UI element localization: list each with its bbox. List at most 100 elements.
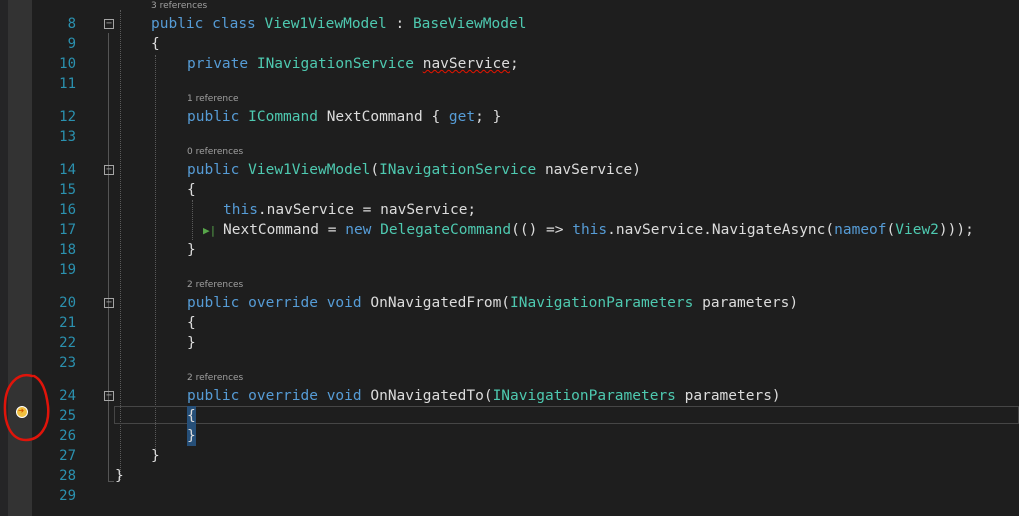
type-name: INavigationParameters bbox=[510, 295, 694, 311]
line-number: 29 bbox=[59, 488, 76, 504]
keyword: void bbox=[326, 388, 362, 404]
method-name: OnNavigatedTo( bbox=[370, 388, 493, 404]
code-line[interactable]: 15 { bbox=[0, 180, 1019, 200]
line-number: 18 bbox=[59, 242, 76, 258]
collapse-box-icon[interactable]: − bbox=[104, 298, 114, 308]
codelens-references[interactable]: 2 references bbox=[187, 280, 243, 290]
keyword: override bbox=[248, 295, 318, 311]
type-name: DelegateCommand bbox=[380, 222, 512, 238]
code-line[interactable]: 9 { bbox=[0, 34, 1019, 54]
parameter-text: navService) bbox=[536, 162, 641, 178]
type-name: INavigationService bbox=[256, 56, 414, 72]
statement-text: .navService = navService; bbox=[257, 202, 477, 218]
type-name: View2 bbox=[895, 222, 939, 238]
code-line[interactable]: 11 bbox=[0, 74, 1019, 94]
codelens-references[interactable]: 0 references bbox=[187, 147, 243, 157]
codelens-references[interactable]: 1 reference bbox=[187, 94, 239, 104]
keyword: public bbox=[187, 162, 240, 178]
code-text: NextCommand = new DelegateCommand(() => … bbox=[223, 220, 974, 240]
keyword: this bbox=[572, 222, 608, 238]
collapse-box-icon[interactable]: − bbox=[104, 165, 114, 175]
line-number: 13 bbox=[59, 129, 76, 145]
code-line[interactable]: 25 { bbox=[0, 406, 1019, 426]
code-text: this.navService = navService; bbox=[223, 200, 476, 220]
punctuation: ; bbox=[510, 56, 519, 72]
code-line[interactable]: 10 private INavigationService navService… bbox=[0, 54, 1019, 74]
keyword: this bbox=[223, 202, 258, 218]
code-line[interactable]: 13 bbox=[0, 127, 1019, 147]
code-line[interactable]: 18 } bbox=[0, 240, 1019, 260]
code-line[interactable]: 14 − public View1ViewModel(INavigationSe… bbox=[0, 160, 1019, 180]
parameter-text: parameters) bbox=[693, 295, 799, 311]
line-number: 22 bbox=[59, 335, 76, 351]
line-number: 8 bbox=[67, 16, 76, 32]
statement-text: NextCommand = bbox=[223, 222, 346, 238]
line-number: 20 bbox=[59, 295, 76, 311]
code-line[interactable]: 12 public ICommand NextCommand { get; } bbox=[0, 107, 1019, 127]
line-number: 12 bbox=[59, 109, 76, 125]
code-text: public class View1ViewModel : BaseViewMo… bbox=[151, 14, 526, 34]
code-line[interactable]: 17 NextCommand = new DelegateCommand(() … bbox=[0, 220, 1019, 240]
line-number: 16 bbox=[59, 202, 76, 218]
keyword: public bbox=[187, 109, 240, 125]
code-text: } bbox=[187, 242, 196, 258]
collapse-box-icon[interactable]: − bbox=[104, 19, 114, 29]
type-name: ICommand bbox=[248, 109, 318, 125]
statement-text: .navService.NavigateAsync( bbox=[607, 222, 835, 238]
punctuation: ; } bbox=[475, 109, 502, 125]
code-line[interactable]: 29 bbox=[0, 486, 1019, 506]
keyword: get bbox=[448, 109, 476, 125]
code-line[interactable]: 28 } bbox=[0, 466, 1019, 486]
matched-brace: { bbox=[187, 406, 196, 426]
codelens-references[interactable]: 3 references bbox=[151, 1, 207, 11]
code-text: private INavigationService navService; bbox=[187, 54, 519, 74]
code-text: } bbox=[151, 448, 160, 464]
constructor-name: View1ViewModel bbox=[248, 162, 371, 178]
keyword: public bbox=[187, 295, 240, 311]
code-line[interactable]: 19 bbox=[0, 260, 1019, 280]
punctuation: ))); bbox=[938, 222, 974, 238]
field-name: navService bbox=[422, 56, 511, 72]
line-number: 9 bbox=[67, 36, 76, 52]
line-number: 11 bbox=[59, 76, 76, 92]
line-number: 28 bbox=[59, 468, 76, 484]
code-text: { bbox=[187, 315, 196, 331]
collapse-box-icon[interactable]: − bbox=[104, 391, 114, 401]
punctuation: : bbox=[386, 16, 413, 32]
line-number: 14 bbox=[59, 162, 76, 178]
keyword: public bbox=[151, 16, 204, 32]
type-name: INavigationService bbox=[379, 162, 537, 178]
keyword: public bbox=[187, 388, 240, 404]
keyword: override bbox=[248, 388, 318, 404]
code-text: public ICommand NextCommand { get; } bbox=[187, 107, 501, 127]
property-text: NextCommand { bbox=[326, 109, 449, 125]
code-text: } bbox=[187, 335, 196, 351]
code-line[interactable]: 16 this.navService = navService; bbox=[0, 200, 1019, 220]
punctuation: ( bbox=[370, 162, 380, 178]
line-number: 17 bbox=[59, 222, 76, 238]
method-name: OnNavigatedFrom( bbox=[370, 295, 511, 311]
code-line[interactable]: 20 − public override void OnNavigatedFro… bbox=[0, 293, 1019, 313]
code-line[interactable]: 21 { bbox=[0, 313, 1019, 333]
code-text: public override void OnNavigatedFrom(INa… bbox=[187, 293, 798, 313]
code-line[interactable]: 8 − public class View1ViewModel : BaseVi… bbox=[0, 14, 1019, 34]
keyword: void bbox=[326, 295, 362, 311]
change-marker-icon: ▶| bbox=[203, 224, 217, 237]
codelens-references[interactable]: 2 references bbox=[187, 373, 243, 383]
line-number: 15 bbox=[59, 182, 76, 198]
code-text: { bbox=[151, 36, 160, 52]
code-line[interactable]: 23 bbox=[0, 353, 1019, 373]
code-line[interactable]: 22 } bbox=[0, 333, 1019, 353]
keyword: class bbox=[212, 16, 256, 32]
code-text: public override void OnNavigatedTo(INavi… bbox=[187, 386, 781, 406]
code-line[interactable]: 26 } bbox=[0, 426, 1019, 446]
keyword: new bbox=[345, 222, 372, 238]
keyword: private bbox=[187, 56, 249, 72]
code-line[interactable]: 24 − public override void OnNavigatedTo(… bbox=[0, 386, 1019, 406]
code-editor[interactable]: 3 references 1 reference 0 references 2 … bbox=[0, 0, 1019, 516]
punctuation: ( bbox=[886, 222, 896, 238]
type-name: INavigationParameters bbox=[492, 388, 676, 404]
parameter-text: parameters) bbox=[675, 388, 781, 404]
code-line[interactable]: 27 } bbox=[0, 446, 1019, 466]
line-number: 10 bbox=[59, 56, 76, 72]
